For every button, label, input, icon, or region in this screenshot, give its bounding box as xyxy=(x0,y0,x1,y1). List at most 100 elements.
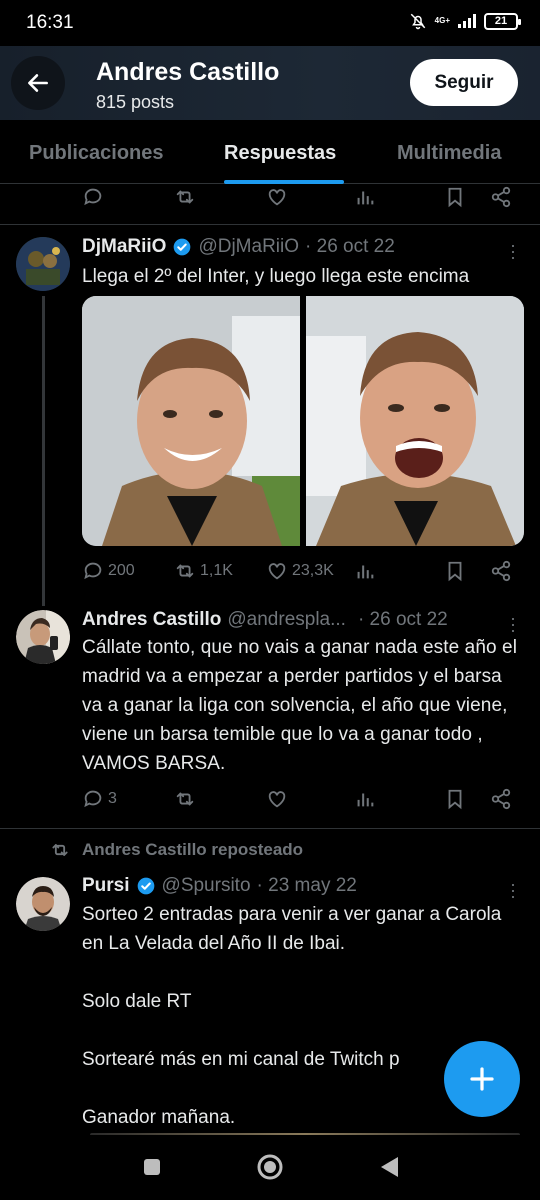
status-icons: 4G+ 21 xyxy=(409,12,521,30)
share-button[interactable] xyxy=(490,788,512,810)
post-count: 815 posts xyxy=(96,92,175,112)
plus-icon xyxy=(470,1067,494,1091)
back-nav-button[interactable] xyxy=(378,1155,400,1179)
share-button[interactable] xyxy=(490,560,512,582)
status-time: 16:31 xyxy=(26,12,74,33)
media-image-1[interactable] xyxy=(82,296,300,546)
retweet-button[interactable] xyxy=(174,788,196,810)
home-button[interactable] xyxy=(256,1153,284,1181)
thread-line xyxy=(42,296,45,606)
system-navigation-bar xyxy=(0,1135,540,1200)
tweet-header: DjMaRiiO @DjMaRiiO · 26 oct 22 xyxy=(82,236,395,258)
bookmark-icon xyxy=(448,561,462,582)
stats-icon xyxy=(357,793,374,807)
divider xyxy=(0,828,540,829)
photo-smiling-man xyxy=(82,296,300,546)
tweet-actions: 3 xyxy=(82,788,522,818)
like-button[interactable] xyxy=(266,788,288,810)
author-handle[interactable]: @DjMaRiiO xyxy=(198,236,299,258)
reply-button[interactable]: 200 xyxy=(82,560,135,582)
more-options-icon[interactable]: · · · xyxy=(510,236,516,266)
retweet-icon xyxy=(176,792,194,806)
retweet-icon xyxy=(176,564,194,578)
retweet-button[interactable]: 1,1K xyxy=(174,560,233,582)
like-button[interactable]: 23,3K xyxy=(266,560,334,582)
like-button[interactable] xyxy=(266,186,288,208)
author-name[interactable]: Pursi xyxy=(82,875,130,897)
share-icon xyxy=(491,788,511,810)
views-button[interactable] xyxy=(354,186,376,208)
stats-icon xyxy=(357,565,374,579)
reply-icon xyxy=(84,790,102,808)
avatar-image xyxy=(16,237,70,291)
battery-level: 21 xyxy=(494,14,508,27)
share-icon xyxy=(491,560,511,582)
author-handle[interactable]: @Spursito xyxy=(162,875,251,897)
divider xyxy=(0,224,540,225)
active-tab-indicator xyxy=(224,180,344,184)
tweet-actions: 200 1,1K 23,3K xyxy=(82,560,522,590)
heart-icon xyxy=(268,189,286,206)
bookmark-button[interactable] xyxy=(444,788,466,810)
retweet-icon xyxy=(176,190,194,204)
author-handle[interactable]: @andrespla... xyxy=(227,609,346,631)
share-icon xyxy=(491,186,511,208)
tweet-date[interactable]: · 23 may 22 xyxy=(257,875,357,897)
triangle-back-icon xyxy=(381,1157,398,1177)
reply-button[interactable] xyxy=(82,186,104,208)
avatar[interactable] xyxy=(16,877,70,931)
avatar[interactable] xyxy=(16,610,70,664)
bookmark-button[interactable] xyxy=(444,560,466,582)
previous-tweet-actions xyxy=(82,186,522,216)
repost-label: Andres Castillo reposteado xyxy=(50,840,303,860)
tweet-date[interactable]: · 26 oct 22 xyxy=(305,236,395,258)
reply-count: 3 xyxy=(108,790,117,807)
retweet-button[interactable] xyxy=(174,186,196,208)
tab-respuestas[interactable]: Respuestas xyxy=(224,142,336,165)
tweet-header: Andres Castillo @andrespla... · 26 oct 2… xyxy=(82,609,448,631)
photo-laughing-man xyxy=(306,296,524,546)
heart-icon xyxy=(268,791,286,808)
bookmark-icon xyxy=(448,187,462,208)
tweet-date[interactable]: · 26 oct 22 xyxy=(358,609,448,631)
reply-button[interactable]: 3 xyxy=(82,788,117,810)
tweet-media[interactable] xyxy=(82,296,524,546)
avatar-image xyxy=(16,610,70,664)
reply-count: 200 xyxy=(108,562,135,579)
more-options-icon[interactable]: · · · xyxy=(510,609,516,639)
bookmark-button[interactable] xyxy=(444,186,466,208)
tweet-text: Llega el 2º del Inter, y luego llega est… xyxy=(82,266,470,287)
battery-icon: 21 xyxy=(484,12,521,30)
reply-icon xyxy=(84,562,102,580)
back-button[interactable] xyxy=(11,56,65,110)
profile-tabs: Publicaciones Respuestas Multimedia xyxy=(0,120,540,184)
repost-label-text[interactable]: Andres Castillo reposteado xyxy=(82,840,303,860)
recent-apps-button[interactable] xyxy=(142,1157,162,1177)
author-name[interactable]: Andres Castillo xyxy=(82,609,221,631)
compose-button[interactable] xyxy=(444,1041,520,1117)
avatar-image xyxy=(16,877,70,931)
retweet-icon xyxy=(52,844,68,856)
tab-publicaciones[interactable]: Publicaciones xyxy=(29,142,164,165)
tweet-header: Pursi @Spursito · 23 may 22 xyxy=(82,875,357,897)
like-count: 23,3K xyxy=(292,562,334,579)
tab-multimedia[interactable]: Multimedia xyxy=(397,142,501,165)
author-name[interactable]: DjMaRiiO xyxy=(82,236,166,258)
arrow-left-icon xyxy=(28,74,48,92)
profile-header: Andres Castillo 815 posts Seguir xyxy=(0,46,540,120)
mute-bell-icon xyxy=(410,13,425,30)
bookmark-icon xyxy=(448,789,462,810)
reply-icon xyxy=(84,188,102,206)
profile-name: Andres Castillo xyxy=(96,58,280,86)
network-type: 4G+ xyxy=(434,16,450,25)
more-options-icon[interactable]: · · · xyxy=(510,875,516,905)
retweet-count: 1,1K xyxy=(200,562,233,579)
media-image-2[interactable] xyxy=(306,296,524,546)
stats-icon xyxy=(357,191,374,205)
share-button[interactable] xyxy=(490,186,512,208)
verified-badge-icon xyxy=(137,877,154,895)
avatar[interactable] xyxy=(16,237,70,291)
views-button[interactable] xyxy=(354,560,376,582)
views-button[interactable] xyxy=(354,788,376,810)
follow-button[interactable]: Seguir xyxy=(410,59,518,106)
